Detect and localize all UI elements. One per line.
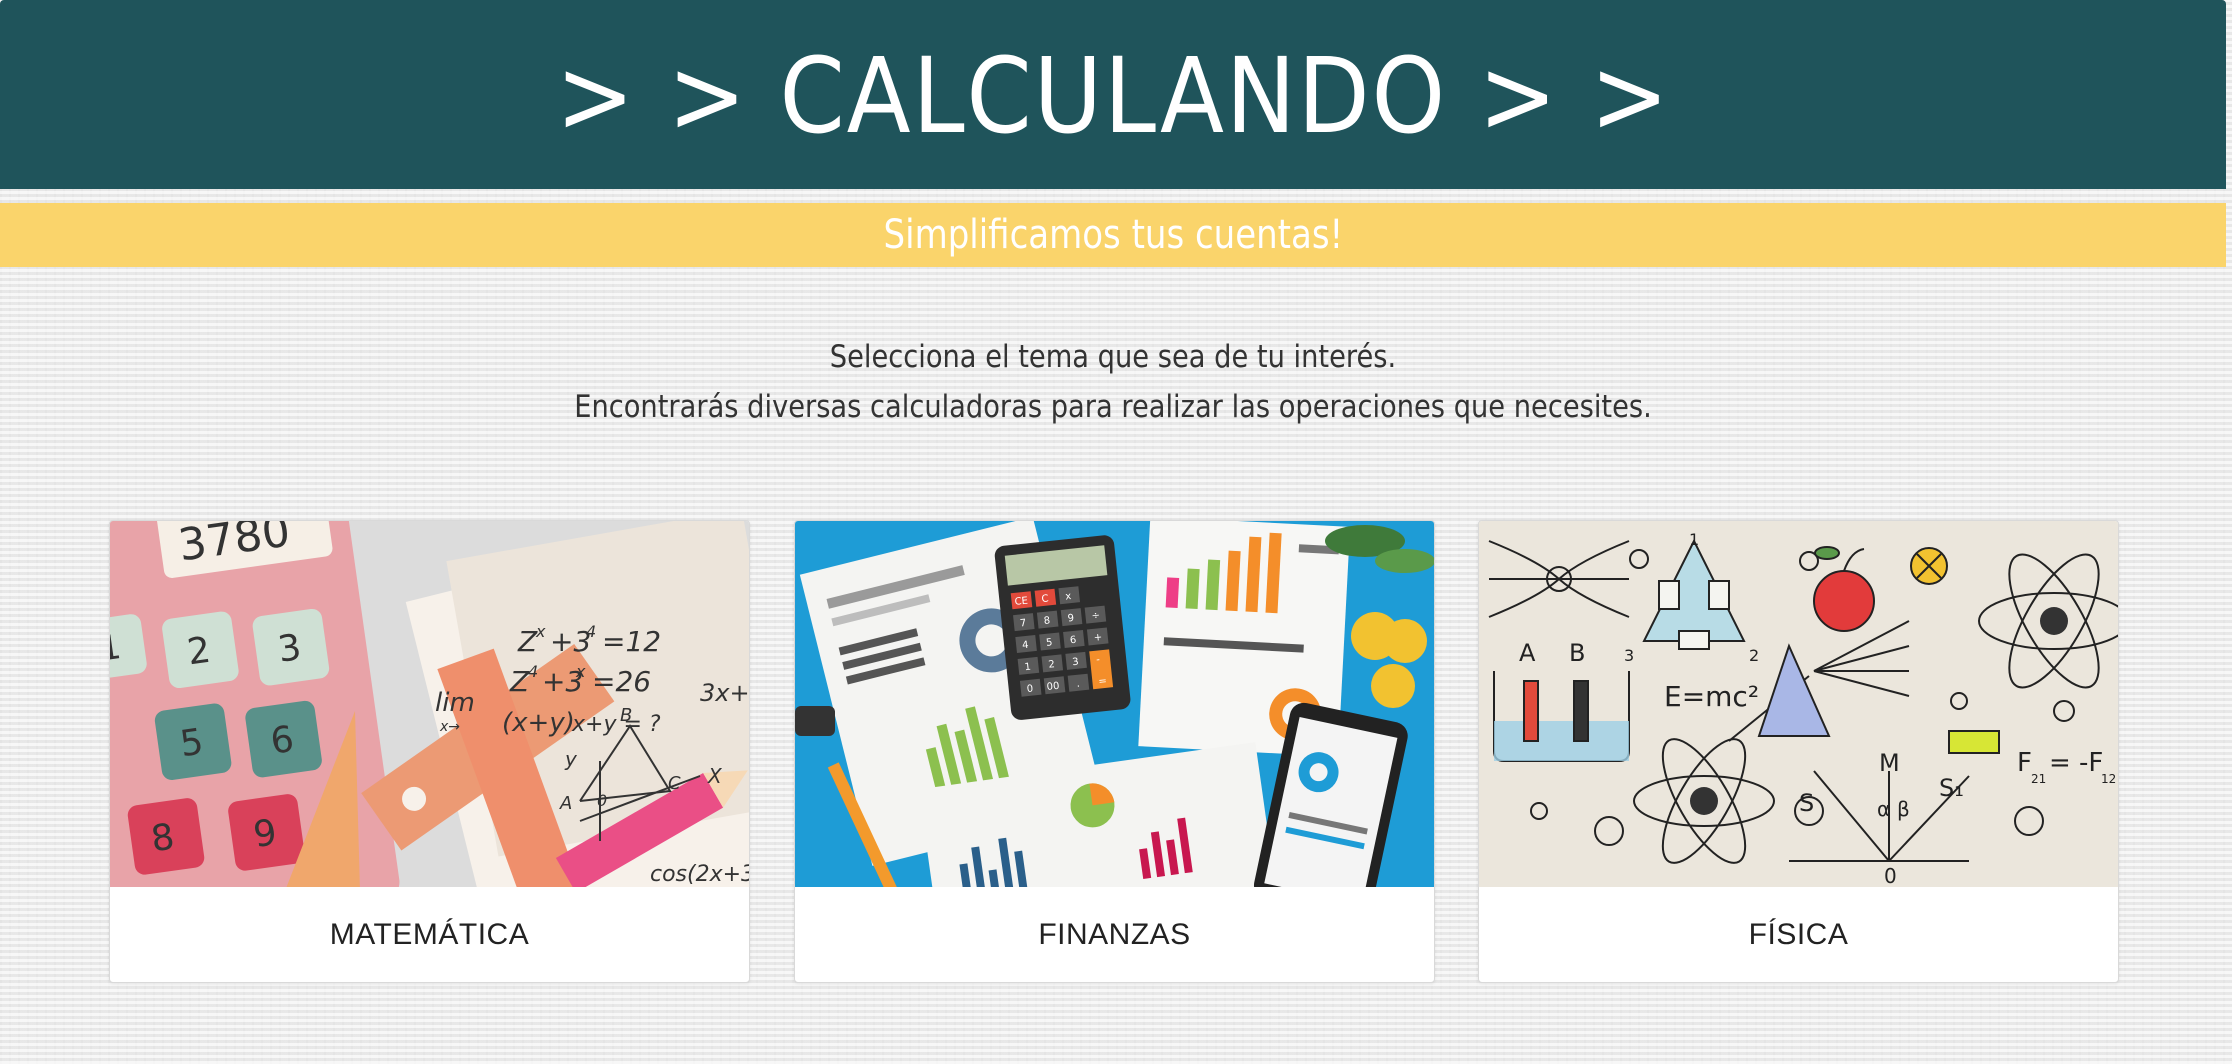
svg-text:4: 4 [528, 662, 538, 681]
tagline-text: Simplificamos tus cuentas! [883, 212, 1343, 258]
svg-text:CE: CE [1014, 596, 1028, 608]
finance-illustration[interactable]: CE C x 7 8 9 ÷ 4 5 6 + 1 2 3 - 0 00 . = [795, 521, 1434, 887]
svg-text:6: 6 [1069, 635, 1076, 647]
site-title[interactable]: > > CALCULANDO > > [556, 44, 1671, 148]
intro-line-2: Encontrarás diversas calculadoras para r… [574, 389, 1652, 425]
svg-text:E=mc²: E=mc² [1664, 680, 1759, 713]
svg-text:+: + [1093, 632, 1102, 644]
svg-text:0: 0 [1884, 864, 1897, 887]
svg-text:y: y [564, 747, 578, 771]
card-label-matematica[interactable]: MATEMÁTICA [110, 887, 749, 982]
svg-text:X: X [707, 764, 723, 788]
intro-line-1: Selecciona el tema que sea de tu interés… [829, 339, 1397, 375]
svg-text:9: 9 [1067, 613, 1074, 625]
svg-text:S₁: S₁ [1939, 774, 1964, 802]
svg-text:B: B [620, 705, 632, 726]
svg-text:=26: =26 [592, 665, 651, 698]
svg-text:0: 0 [1026, 684, 1033, 696]
svg-text:2: 2 [1749, 646, 1759, 665]
svg-text:4: 4 [586, 622, 596, 641]
svg-text:0: 0 [597, 791, 607, 810]
intro-text: Selecciona el tema que sea de tu interés… [0, 332, 2226, 432]
svg-text:7: 7 [1019, 618, 1026, 630]
svg-text:F: F [2017, 748, 2032, 778]
svg-text:B: B [1569, 639, 1585, 667]
svg-text:4: 4 [1022, 640, 1029, 652]
svg-text:(x+y): (x+y) [502, 708, 575, 738]
svg-text:=: = [1098, 676, 1107, 688]
svg-text:3x+2: 3x+2 [700, 679, 749, 707]
svg-text:1: 1 [1689, 530, 1699, 549]
card-matematica[interactable]: 3780 1 2 3 5 6 8 9 Z x +3 4 =12 Z 4 +3 x… [109, 520, 750, 983]
card-label-finanzas[interactable]: FINANZAS [795, 887, 1434, 982]
svg-text:21: 21 [2031, 772, 2046, 786]
svg-text:α: α [1877, 797, 1890, 821]
svg-text:12: 12 [2101, 772, 2116, 786]
svg-text:x: x [1065, 591, 1072, 603]
svg-text:C: C [1041, 593, 1049, 605]
svg-text:5: 5 [1046, 637, 1053, 649]
svg-text:÷: ÷ [1091, 610, 1100, 622]
svg-text:S: S [1799, 789, 1814, 817]
card-label-fisica[interactable]: FÍSICA [1479, 887, 2118, 982]
svg-text:=12: =12 [602, 625, 661, 658]
site-header: > > CALCULANDO > > [0, 0, 2226, 189]
svg-text:3: 3 [1072, 657, 1079, 669]
card-finanzas[interactable]: CE C x 7 8 9 ÷ 4 5 6 + 1 2 3 - 0 00 . = … [794, 520, 1435, 983]
svg-text:8: 8 [1043, 615, 1050, 627]
tagline-bar: Simplificamos tus cuentas! [0, 203, 2226, 267]
svg-text:M: M [1879, 749, 1900, 777]
svg-text:x→: x→ [439, 719, 460, 735]
svg-text:β: β [1897, 797, 1910, 821]
svg-text:3: 3 [1624, 646, 1634, 665]
svg-text:Z: Z [509, 665, 530, 698]
svg-text:Z: Z [517, 625, 538, 658]
svg-text:x: x [575, 662, 586, 681]
svg-text:A: A [559, 793, 572, 814]
svg-text:x: x [535, 622, 546, 641]
svg-text:cos(2x+3: cos(2x+3 [650, 862, 749, 887]
svg-text:2: 2 [1048, 659, 1055, 671]
svg-text:= -F: = -F [2049, 748, 2103, 778]
svg-text:1: 1 [1024, 662, 1031, 674]
svg-text:x+y = ?: x+y = ? [571, 712, 661, 737]
card-fisica[interactable]: 1 A B 3 2 E=mc² S M α β S₁ 0 F 21 = -F 1… [1478, 520, 2119, 983]
svg-text:A: A [1519, 639, 1536, 667]
svg-text:lim: lim [435, 688, 475, 718]
math-illustration[interactable]: 3780 1 2 3 5 6 8 9 Z x +3 4 =12 Z 4 +3 x… [110, 521, 749, 887]
physics-illustration[interactable]: 1 A B 3 2 E=mc² S M α β S₁ 0 F 21 = -F 1… [1479, 521, 2118, 887]
svg-text:00: 00 [1046, 681, 1060, 693]
